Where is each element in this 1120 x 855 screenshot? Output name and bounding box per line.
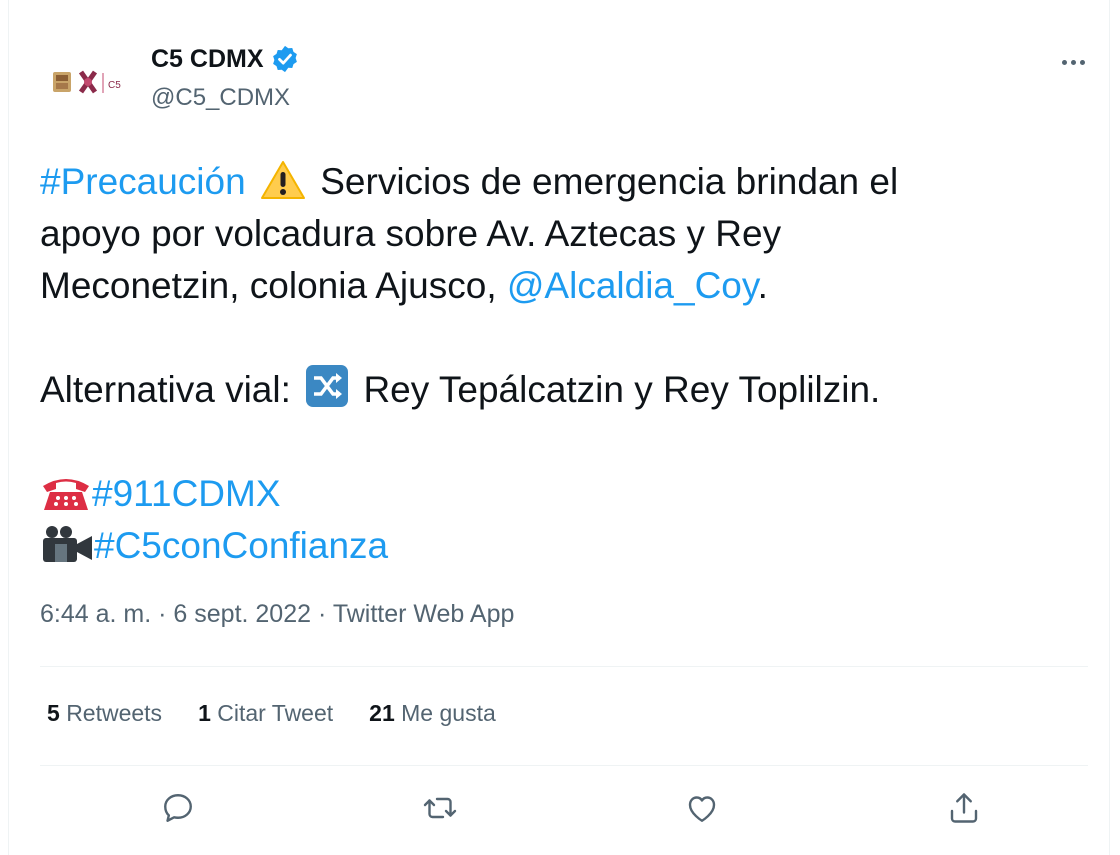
tweet-meta: 6:44 a. m. · 6 sept. 2022 · Twitter Web … xyxy=(40,600,514,629)
tweet-line-5: #911CDMX xyxy=(40,468,1090,520)
display-name[interactable]: C5 CDMX xyxy=(151,45,264,74)
tweet-line-3-text: Meconetzin, colonia Ajusco, xyxy=(40,265,497,306)
mention-alcaldia-coy[interactable]: @Alcaldia_Coy xyxy=(507,265,758,306)
tweet-line-6: #C5conConfianza xyxy=(40,520,1090,572)
reply-icon[interactable] xyxy=(156,786,200,830)
hashtag-precaucion[interactable]: #Precaución xyxy=(40,161,246,202)
retweets-count: 5 xyxy=(47,700,60,726)
verified-badge-icon xyxy=(272,45,297,73)
like-icon[interactable] xyxy=(680,786,724,830)
hashtag-911cdmx[interactable]: #911CDMX xyxy=(92,473,281,514)
svg-text:C5: C5 xyxy=(108,80,121,91)
divider xyxy=(40,765,1088,766)
tweet-line-2: apoyo por volcadura sobre Av. Aztecas y … xyxy=(40,213,782,254)
avatar[interactable]: C5 xyxy=(39,32,143,136)
divider xyxy=(40,666,1088,667)
tweet-date[interactable]: 6 sept. 2022 xyxy=(173,600,311,628)
tweet-card: C5 C5 CDMX @C5_CDMX #Precaución Servicio… xyxy=(8,0,1110,855)
handle[interactable]: @C5_CDMX xyxy=(151,84,290,112)
hashtag-c5conconfianza[interactable]: #C5conConfianza xyxy=(94,525,388,566)
quotes-count: 1 xyxy=(198,700,211,726)
telephone-emoji-icon xyxy=(40,472,92,526)
tweet-stats: 5 Retweets 1 Citar Tweet 21 Me gusta xyxy=(47,700,496,727)
tweet-line-1-text: Servicios de emergencia brindan el xyxy=(320,161,899,202)
share-icon[interactable] xyxy=(942,786,986,830)
likes-count: 21 xyxy=(369,700,395,726)
retweets-label: Retweets xyxy=(66,700,163,726)
tweet-time[interactable]: 6:44 a. m. xyxy=(40,600,151,628)
warning-emoji-icon xyxy=(260,160,306,214)
more-options-icon[interactable] xyxy=(1053,50,1093,74)
tweet-line-4-text: Alternativa vial: xyxy=(40,369,291,410)
likes-label: Me gusta xyxy=(401,700,496,726)
tweet-actions xyxy=(40,786,1088,836)
tweet-line-3-end: . xyxy=(757,265,768,306)
tweet-text: #Precaución Servicios de emergencia brin… xyxy=(40,156,1090,572)
c5-cdmx-logo-icon: C5 xyxy=(53,70,121,94)
tweet-line-4-rest: Rey Tepálcatzin y Rey Toplilzin. xyxy=(363,369,881,410)
retweets-stat[interactable]: 5 Retweets xyxy=(47,700,162,727)
shuffle-emoji-icon xyxy=(305,364,349,422)
retweet-icon[interactable] xyxy=(418,786,462,830)
tweet-line-1: #Precaución Servicios de emergencia brin… xyxy=(40,156,1090,208)
meta-separator: · xyxy=(158,600,167,628)
tweet-line-4: Alternativa vial: Rey Tepálcatzin y Rey … xyxy=(40,364,1090,416)
quotes-label: Citar Tweet xyxy=(217,700,334,726)
likes-stat[interactable]: 21 Me gusta xyxy=(369,700,496,727)
quotes-stat[interactable]: 1 Citar Tweet xyxy=(198,700,333,727)
video-camera-emoji-icon xyxy=(40,524,94,578)
name-row: C5 CDMX xyxy=(151,44,300,74)
tweet-source-app[interactable]: Twitter Web App xyxy=(333,600,515,628)
meta-separator: · xyxy=(317,600,327,628)
tweet-line-3: Meconetzin, colonia Ajusco, @Alcaldia_Co… xyxy=(40,260,1090,312)
